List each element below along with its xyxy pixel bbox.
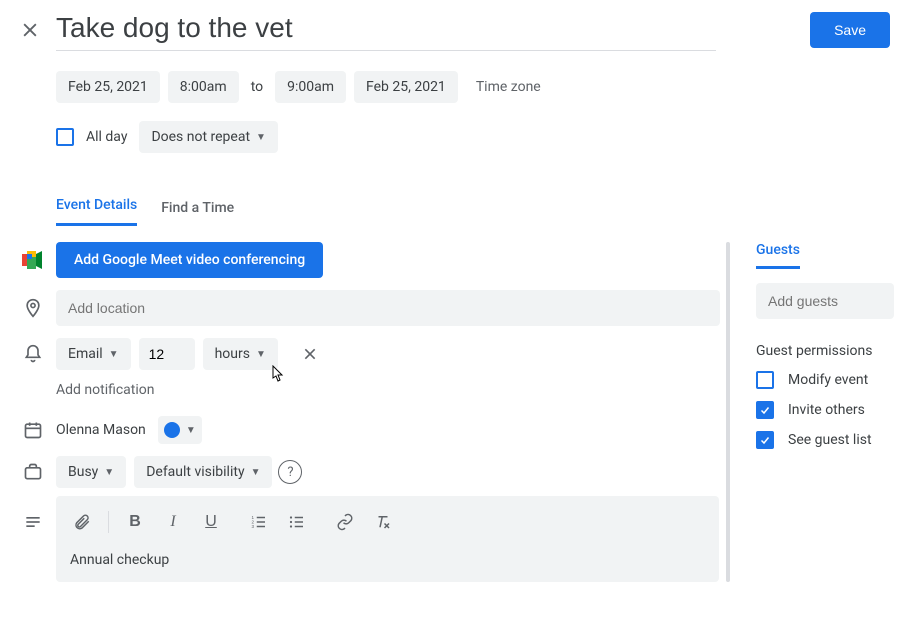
- event-title-input[interactable]: [56, 8, 716, 51]
- visibility-help-button[interactable]: ?: [278, 460, 302, 484]
- all-day-label: All day: [86, 129, 127, 145]
- modify-event-checkbox[interactable]: [756, 371, 774, 389]
- timezone-link[interactable]: Time zone: [476, 79, 541, 95]
- link-icon: [336, 513, 354, 531]
- google-meet-icon: [22, 251, 44, 269]
- location-icon: [23, 298, 43, 318]
- bold-icon: B: [129, 513, 141, 531]
- underline-icon: U: [205, 513, 217, 531]
- end-time-chip[interactable]: 9:00am: [275, 71, 346, 103]
- add-guests-input[interactable]: [756, 283, 894, 319]
- italic-button[interactable]: I: [155, 504, 191, 540]
- end-date-chip[interactable]: Feb 25, 2021: [354, 71, 458, 103]
- paperclip-icon: [73, 513, 91, 531]
- chevron-down-icon: ▼: [109, 349, 119, 360]
- notification-unit-dropdown[interactable]: hours ▼: [203, 338, 278, 370]
- bold-button[interactable]: B: [117, 504, 153, 540]
- recurrence-dropdown[interactable]: Does not repeat ▼: [139, 121, 278, 153]
- close-button[interactable]: [10, 10, 50, 50]
- visibility-label: Default visibility: [146, 464, 244, 480]
- chevron-down-icon: ▼: [256, 349, 266, 360]
- see-guest-list-label: See guest list: [788, 432, 872, 448]
- notification-method-dropdown[interactable]: Email ▼: [56, 338, 131, 370]
- guest-permissions-title: Guest permissions: [756, 343, 900, 359]
- to-label: to: [247, 79, 267, 95]
- notification-unit-label: hours: [215, 346, 250, 362]
- tab-find-a-time[interactable]: Find a Time: [161, 200, 234, 226]
- tab-event-details[interactable]: Event Details: [56, 197, 137, 226]
- clear-format-icon: [374, 513, 392, 531]
- insert-link-button[interactable]: [327, 504, 363, 540]
- remove-notification-button[interactable]: [294, 338, 326, 370]
- toolbar-separator: [108, 511, 109, 533]
- visibility-dropdown[interactable]: Default visibility ▼: [134, 456, 272, 488]
- italic-icon: I: [170, 513, 175, 531]
- save-button[interactable]: Save: [810, 12, 890, 48]
- recurrence-label: Does not repeat: [151, 129, 250, 145]
- chevron-down-icon: ▼: [256, 132, 266, 143]
- question-icon: ?: [287, 465, 293, 480]
- close-icon: [302, 346, 318, 362]
- chevron-down-icon: ▼: [186, 425, 196, 436]
- modify-event-label: Modify event: [788, 372, 868, 388]
- notification-value-input[interactable]: [139, 338, 195, 370]
- bulleted-list-button[interactable]: [279, 504, 315, 540]
- bulleted-list-icon: [288, 513, 306, 531]
- calendar-color-dropdown[interactable]: ▼: [158, 416, 202, 444]
- description-icon: [23, 512, 43, 532]
- tab-guests[interactable]: Guests: [756, 242, 800, 269]
- briefcase-icon: [23, 462, 43, 482]
- numbered-list-button[interactable]: 123: [241, 504, 277, 540]
- availability-label: Busy: [68, 464, 98, 480]
- notification-bell-icon: [23, 344, 43, 364]
- underline-button[interactable]: U: [193, 504, 229, 540]
- start-date-chip[interactable]: Feb 25, 2021: [56, 71, 160, 103]
- start-time-chip[interactable]: 8:00am: [168, 71, 239, 103]
- description-text[interactable]: Annual checkup: [56, 548, 719, 572]
- attach-file-button[interactable]: [64, 504, 100, 540]
- availability-dropdown[interactable]: Busy ▼: [56, 456, 126, 488]
- chevron-down-icon: ▼: [251, 467, 261, 478]
- numbered-list-icon: 123: [250, 513, 268, 531]
- calendar-icon: [23, 420, 43, 440]
- close-icon: [20, 20, 40, 40]
- invite-others-label: Invite others: [788, 402, 865, 418]
- clear-formatting-button[interactable]: [365, 504, 401, 540]
- color-swatch: [164, 422, 180, 438]
- location-input[interactable]: [56, 290, 720, 326]
- notification-method-label: Email: [68, 346, 103, 362]
- svg-text:3: 3: [252, 524, 255, 529]
- see-guest-list-checkbox[interactable]: [756, 431, 774, 449]
- calendar-owner-name: Olenna Mason: [56, 422, 146, 438]
- invite-others-checkbox[interactable]: [756, 401, 774, 419]
- add-notification-link[interactable]: Add notification: [0, 382, 722, 398]
- add-google-meet-button[interactable]: Add Google Meet video conferencing: [56, 242, 323, 278]
- chevron-down-icon: ▼: [104, 467, 114, 478]
- all-day-checkbox[interactable]: [56, 128, 74, 146]
